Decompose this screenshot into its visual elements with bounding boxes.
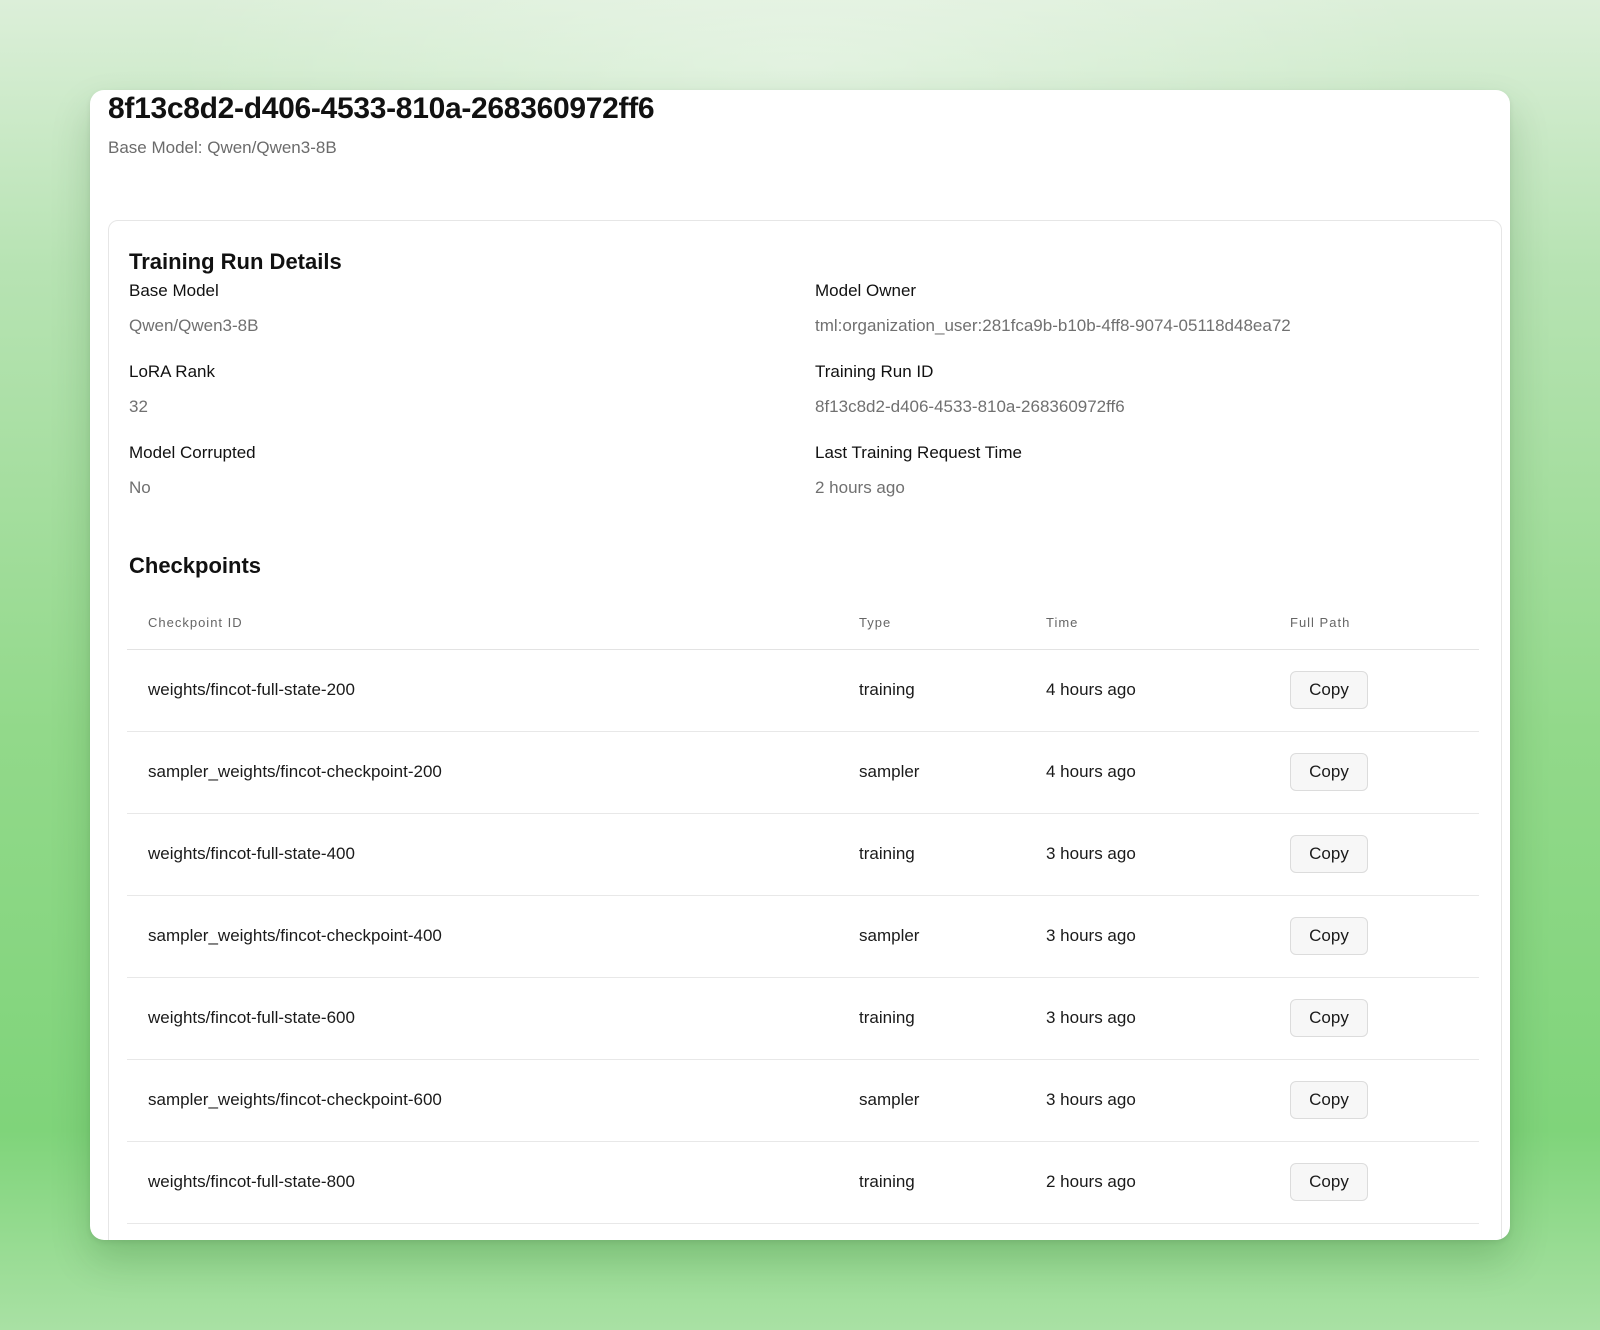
table-row: weights/fincot-full-state-400 training 3…	[127, 814, 1479, 896]
checkpoint-id-cell: weights/fincot-full-state-200	[148, 680, 355, 699]
detail-base-model: Base Model Qwen/Qwen3-8B	[129, 281, 769, 336]
checkpoints-table: Checkpoint ID Type Time Full Path weight…	[127, 605, 1479, 1224]
detail-value: tml:organization_user:281fca9b-b10b-4ff8…	[815, 316, 1291, 335]
column-header-full-path[interactable]: Full Path	[1290, 615, 1350, 630]
detail-label: Last Training Request Time	[815, 443, 1022, 462]
detail-model-owner: Model Owner tml:organization_user:281fca…	[815, 281, 1455, 336]
table-row: weights/fincot-full-state-200 training 4…	[127, 650, 1479, 732]
column-header-checkpoint-id[interactable]: Checkpoint ID	[148, 615, 243, 630]
checkpoint-time-cell: 4 hours ago	[1046, 762, 1136, 781]
column-header-time[interactable]: Time	[1046, 615, 1078, 630]
detail-value: 8f13c8d2-d406-4533-810a-268360972ff6	[815, 397, 1125, 416]
checkpoint-id-cell: weights/fincot-full-state-600	[148, 1008, 355, 1027]
detail-label: Base Model	[129, 281, 219, 300]
checkpoint-id-cell: weights/fincot-full-state-800	[148, 1172, 355, 1191]
table-row: sampler_weights/fincot-checkpoint-600 sa…	[127, 1060, 1479, 1142]
checkpoint-type-cell: sampler	[859, 762, 920, 781]
copy-path-button[interactable]: Copy	[1290, 835, 1368, 873]
detail-value: No	[129, 478, 151, 497]
checkpoint-type-cell: training	[859, 844, 915, 863]
checkpoint-time-cell: 3 hours ago	[1046, 844, 1136, 863]
details-section-title: Training Run Details	[129, 249, 342, 274]
checkpoint-id-cell: weights/fincot-full-state-400	[148, 844, 355, 863]
copy-path-button[interactable]: Copy	[1290, 671, 1368, 709]
detail-last-request-time: Last Training Request Time 2 hours ago	[815, 443, 1455, 498]
copy-path-button[interactable]: Copy	[1290, 753, 1368, 791]
detail-value: 2 hours ago	[815, 478, 905, 497]
checkpoint-time-cell: 3 hours ago	[1046, 1090, 1136, 1109]
detail-model-corrupted: Model Corrupted No	[129, 443, 769, 498]
copy-path-button[interactable]: Copy	[1290, 1163, 1368, 1201]
detail-value: Qwen/Qwen3-8B	[129, 316, 259, 335]
checkpoint-time-cell: 2 hours ago	[1046, 1172, 1136, 1191]
checkpoint-type-cell: training	[859, 1008, 915, 1027]
checkpoint-type-cell: sampler	[859, 926, 920, 945]
checkpoint-time-cell: 3 hours ago	[1046, 926, 1136, 945]
detail-label: Model Owner	[815, 281, 917, 300]
app-window: 8f13c8d2-d406-4533-810a-268360972ff6 Bas…	[90, 90, 1510, 1240]
detail-label: Model Corrupted	[129, 443, 256, 462]
table-row: weights/fincot-full-state-800 training 2…	[127, 1142, 1479, 1224]
checkpoint-id-cell: sampler_weights/fincot-checkpoint-400	[148, 926, 442, 945]
table-row: weights/fincot-full-state-600 training 3…	[127, 978, 1479, 1060]
detail-label: Training Run ID	[815, 362, 934, 381]
table-row: sampler_weights/fincot-checkpoint-400 sa…	[127, 896, 1479, 978]
table-row: sampler_weights/fincot-checkpoint-200 sa…	[127, 732, 1479, 814]
column-header-type[interactable]: Type	[859, 615, 891, 630]
page-title: 8f13c8d2-d406-4533-810a-268360972ff6	[108, 92, 655, 125]
checkpoint-type-cell: sampler	[859, 1090, 920, 1109]
checkpoint-time-cell: 3 hours ago	[1046, 1008, 1136, 1027]
checkpoints-section-title: Checkpoints	[129, 553, 262, 578]
checkpoint-type-cell: training	[859, 1172, 915, 1191]
detail-label: LoRA Rank	[129, 362, 215, 381]
checkpoint-id-cell: sampler_weights/fincot-checkpoint-200	[148, 762, 442, 781]
copy-path-button[interactable]: Copy	[1290, 917, 1368, 955]
checkpoint-id-cell: sampler_weights/fincot-checkpoint-600	[148, 1090, 442, 1109]
detail-training-run-id: Training Run ID 8f13c8d2-d406-4533-810a-…	[815, 362, 1455, 417]
checkpoint-time-cell: 4 hours ago	[1046, 680, 1136, 699]
copy-path-button[interactable]: Copy	[1290, 999, 1368, 1037]
detail-lora-rank: LoRA Rank 32	[129, 362, 769, 417]
checkpoint-type-cell: training	[859, 680, 915, 699]
page-subtitle: Base Model: Qwen/Qwen3-8B	[108, 138, 337, 157]
training-run-card: Training Run Details Base Model Qwen/Qwe…	[108, 220, 1502, 1240]
table-header: Checkpoint ID Type Time Full Path	[127, 605, 1479, 650]
detail-value: 32	[129, 397, 148, 416]
copy-path-button[interactable]: Copy	[1290, 1081, 1368, 1119]
